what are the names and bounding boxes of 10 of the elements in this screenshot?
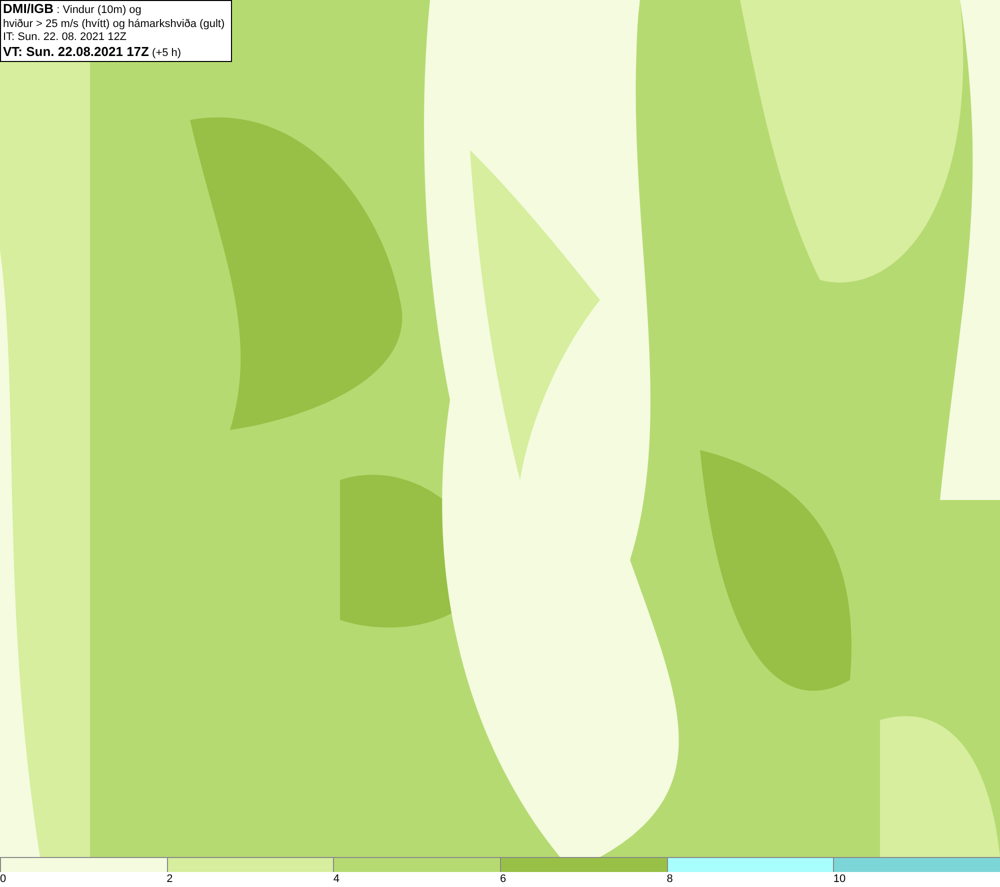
legend-tick-label: 4 (333, 872, 340, 887)
header-line: hviður > 25 m/s (hvítt) og hámarkshviða (gult) (3, 18, 225, 31)
legend-tick-label: 0 (0, 872, 6, 887)
legend-tick-label: 6 (500, 872, 506, 887)
legend-tick-label: 2 (166, 872, 173, 887)
header-line: DMI/IGB : Vindur (10m) og (3, 2, 142, 18)
header-line: VT: Sun. 22.08.2021 17Z (+5 h) (3, 44, 182, 60)
legend-tick-label: 8 (666, 872, 673, 887)
legend-tick-label: 10 (833, 872, 846, 887)
header-line: IT: Sun. 22. 08. 2021 12Z (3, 31, 128, 44)
